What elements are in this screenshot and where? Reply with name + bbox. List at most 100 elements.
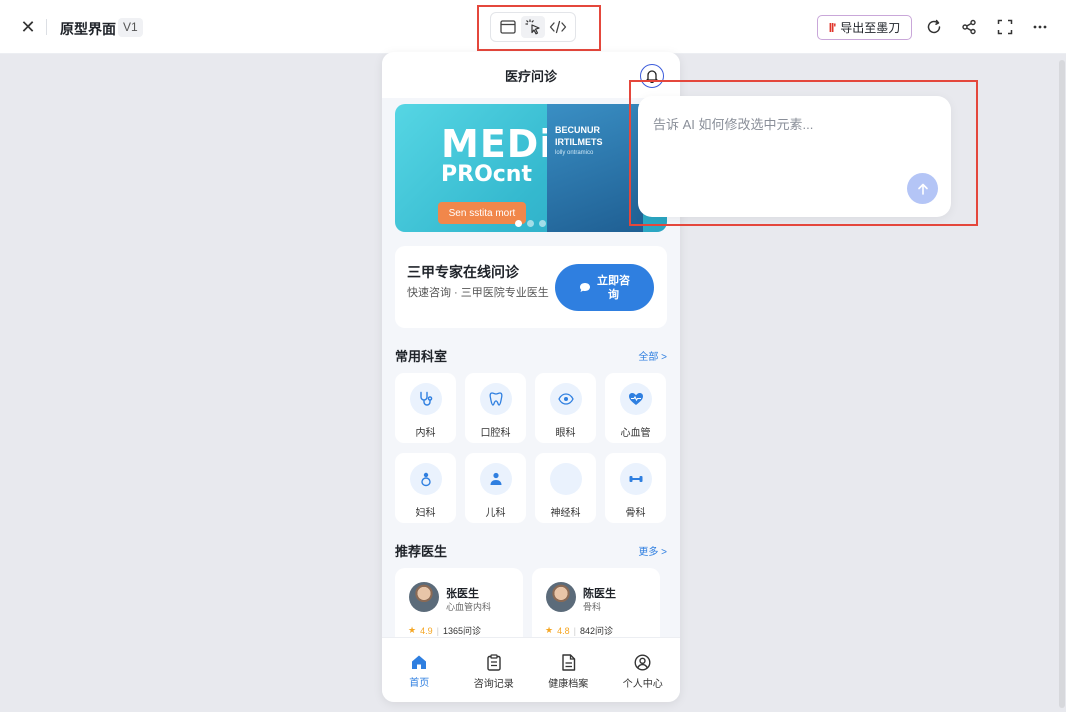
export-button[interactable]: ll' 导出至墨刀 [817, 15, 912, 40]
page-title: 原型界面 [60, 21, 116, 37]
divider: | [436, 625, 439, 636]
doctor-stats: ★ 4.8 | 842问诊 [545, 624, 613, 637]
doctor-department: 心血管内科 [446, 602, 492, 612]
code-icon [550, 20, 567, 34]
stethoscope-icon [409, 383, 442, 415]
select-mode-button[interactable] [520, 16, 545, 38]
bell-icon[interactable] [640, 64, 664, 88]
tooth-icon [479, 383, 512, 415]
tab-consult-records[interactable]: 咨询记录 [459, 638, 529, 702]
eye-icon [549, 383, 582, 415]
department-label: 眼科 [555, 428, 576, 439]
tab-label: 个人中心 [622, 679, 663, 690]
doctor-name: 陈医生 [583, 588, 616, 600]
department-label: 妇科 [415, 508, 436, 519]
refresh-icon[interactable] [924, 17, 944, 37]
star-icon: ★ [408, 625, 417, 635]
doctor-card[interactable]: 陈医生 骨科 ★ 4.8 | 842问诊 [532, 568, 660, 648]
department-item[interactable]: 口腔科 [465, 373, 526, 443]
clipboard-icon [487, 654, 501, 671]
departments-title: 常用科室 [395, 349, 448, 364]
department-label: 内科 [415, 428, 436, 439]
window-icon [500, 20, 516, 34]
doctor-card[interactable]: 张医生 心血管内科 ★ 4.9 | 1365问诊 [395, 568, 523, 648]
doctor-list: 张医生 心血管内科 ★ 4.9 | 1365问诊 陈医生 骨科 ★ 4.8 | … [395, 568, 667, 648]
department-item[interactable]: 内科 [395, 373, 456, 443]
department-label: 口腔科 [480, 428, 511, 439]
more-icon[interactable] [1030, 17, 1050, 37]
department-item[interactable]: 心血管 [605, 373, 666, 443]
department-item[interactable]: 骨科 [605, 453, 666, 523]
department-item[interactable]: 神经科 [535, 453, 596, 523]
version-badge: V1 [118, 18, 143, 37]
banner-poster: BECUNUR IRTILMETS lolly ontramico [547, 104, 643, 232]
banner-cta-button[interactable]: Sen sstita mort [438, 202, 526, 224]
send-button[interactable] [907, 173, 938, 204]
chat-bubble-icon [579, 283, 590, 292]
home-icon [412, 655, 427, 669]
consult-card: 三甲专家在线问诊 快速咨询 · 三甲医院专业医生 立即咨询 [395, 246, 667, 328]
consult-title: 三甲专家在线问诊 [407, 264, 519, 280]
view-mode-toggle [490, 12, 576, 42]
doctor-consult-count: 1365问诊 [442, 626, 481, 636]
doctor-name: 张医生 [446, 588, 479, 600]
bone-icon [619, 463, 652, 495]
doctor-rating: 4.8 [557, 625, 570, 636]
consult-description: 快速咨询 · 三甲医院专业医生 [407, 287, 549, 299]
canvas-scrollbar[interactable] [1059, 60, 1065, 708]
department-label: 神经科 [550, 508, 581, 519]
export-label: 导出至墨刀 [840, 21, 901, 35]
banner-poster-caption: lolly ontramico [555, 150, 594, 156]
carousel-dot[interactable] [515, 220, 522, 227]
app-title: 医疗问诊 [504, 68, 557, 84]
ai-edit-panel [638, 96, 951, 217]
tab-health-records[interactable]: 健康档案 [533, 638, 603, 702]
tab-profile[interactable]: 个人中心 [608, 638, 678, 702]
banner-headline: MEDi [441, 122, 554, 166]
modao-logo-icon: ll' [828, 20, 836, 35]
close-icon[interactable]: ✕ [18, 17, 38, 37]
tab-label: 咨询记录 [473, 679, 514, 690]
preview-mode-button[interactable] [496, 16, 520, 38]
banner-subheadline: PROcnt [441, 162, 532, 187]
doctor-rating: 4.9 [420, 625, 433, 636]
department-label: 骨科 [625, 508, 646, 519]
department-item[interactable]: 眼科 [535, 373, 596, 443]
user-circle-icon [634, 654, 651, 671]
promo-banner[interactable]: MEDi PROcnt BECUNUR IRTILMETS lolly ontr… [395, 104, 667, 232]
doctor-stats: ★ 4.9 | 1365问诊 [408, 624, 481, 637]
divider [46, 19, 47, 35]
banner-poster-title: BECUNUR IRTILMETS [555, 124, 603, 148]
banner-poster-title-1: BECUNUR [555, 125, 600, 135]
app-header: 医疗问诊 [382, 52, 680, 98]
department-grid: 内科 口腔科 眼科 心血管 妇科 儿科 神经科 骨科 [395, 373, 667, 523]
ai-prompt-input[interactable] [653, 114, 933, 134]
carousel-dot[interactable] [539, 220, 546, 227]
share-icon[interactable] [959, 17, 979, 37]
department-item[interactable]: 妇科 [395, 453, 456, 523]
divider: | [573, 625, 576, 636]
doctor-consult-count: 842问诊 [579, 626, 613, 636]
avatar [409, 582, 439, 612]
child-icon [479, 463, 512, 495]
avatar [546, 582, 576, 612]
doctors-header: 推荐医生 更多 > [395, 541, 667, 559]
banner-poster-title-2: IRTILMETS [555, 137, 603, 147]
bottom-tab-bar: 首页 咨询记录 健康档案 个人中心 [382, 637, 680, 702]
consult-now-button[interactable]: 立即咨询 [555, 264, 654, 311]
pointer-click-icon [525, 19, 540, 35]
tab-home[interactable]: 首页 [384, 638, 454, 702]
department-label: 儿科 [485, 508, 506, 519]
top-toolbar: ✕ 原型界面 V1 ll' 导出至墨刀 [0, 0, 1066, 54]
neurology-icon [549, 463, 582, 495]
consult-now-label: 立即咨询 [597, 274, 630, 301]
carousel-dot[interactable] [527, 220, 534, 227]
doctors-more-link[interactable]: 更多 > [638, 543, 667, 558]
department-item[interactable]: 儿科 [465, 453, 526, 523]
code-mode-button[interactable] [546, 16, 570, 38]
departments-all-link[interactable]: 全部 > [638, 348, 667, 363]
fullscreen-icon[interactable] [995, 17, 1015, 37]
doctors-title: 推荐医生 [395, 544, 448, 559]
arrow-up-icon [917, 183, 928, 195]
department-label: 心血管 [620, 428, 651, 439]
